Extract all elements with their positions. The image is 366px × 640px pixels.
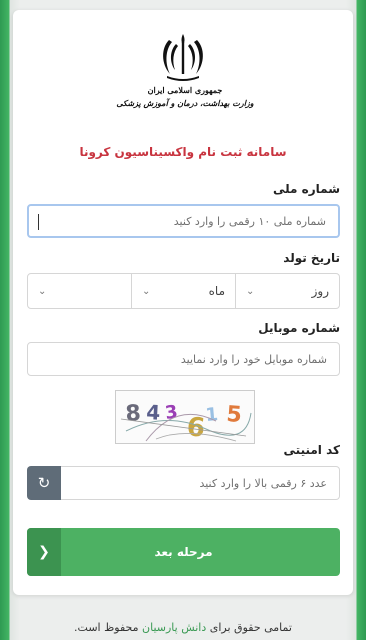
month-select[interactable]: ⌄ ماه — [132, 273, 236, 309]
footer-prefix: تمامی حقوق برای — [209, 621, 292, 634]
captcha-char: 8 — [125, 401, 142, 427]
footer-link[interactable]: دانش پارسیان — [142, 621, 206, 634]
birth-date-label: تاریخ تولد — [283, 251, 340, 265]
refresh-captcha-button[interactable]: ↻ — [27, 466, 61, 500]
next-step-button[interactable]: ❯ مرحله بعد — [27, 528, 340, 576]
refresh-icon: ↻ — [37, 474, 51, 492]
day-select-value: روز — [311, 284, 329, 298]
security-code-group: ↻ عدد ۶ رقمی بالا را وارد کنید — [27, 466, 340, 500]
mobile-placeholder: شماره موبایل خود را وارد نمایید — [180, 352, 327, 366]
chevron-down-icon: ⌄ — [246, 285, 255, 297]
security-code-placeholder: عدد ۶ رقمی بالا را وارد کنید — [199, 476, 327, 490]
next-step-label: مرحله بعد — [154, 545, 213, 559]
security-code-label: کد امنیتی — [283, 443, 340, 457]
chevron-down-icon: ⌄ — [38, 285, 47, 297]
national-id-placeholder: شماره ملی ۱۰ رقمی را وارد کنید — [173, 214, 326, 228]
captcha-char: 1 — [205, 404, 219, 426]
captcha-char: 5 — [226, 402, 243, 428]
captcha-graphic: 8 4 3 61 5 — [120, 400, 252, 443]
ministry-caption: جمهوری اسلامی ایران وزارت بهداشت، درمان … — [110, 84, 260, 110]
footer-suffix: محفوظ است. — [74, 621, 139, 634]
month-select-value: ماه — [208, 284, 225, 298]
national-id-label: شماره ملی — [273, 182, 340, 196]
copyright-footer: تمامی حقوق برای دانش پارسیان محفوظ است. — [0, 621, 366, 634]
day-select[interactable]: ⌄ روز — [236, 273, 340, 309]
chevron-right-icon: ❯ — [27, 528, 61, 576]
text-caret — [38, 214, 39, 230]
national-id-input[interactable]: شماره ملی ۱۰ رقمی را وارد کنید — [27, 204, 340, 238]
chevron-down-icon: ⌄ — [142, 285, 151, 297]
year-select[interactable]: ⌄ — [27, 273, 132, 309]
birth-date-selects: ⌄ ⌄ ماه ⌄ روز — [27, 273, 340, 309]
security-code-input[interactable]: عدد ۶ رقمی بالا را وارد کنید — [61, 466, 340, 500]
emblem-line-2: وزارت بهداشت، درمان و آموزش پزشکی — [116, 98, 254, 108]
mobile-label: شماره موبایل — [258, 321, 340, 335]
iran-emblem-icon — [163, 34, 203, 81]
page-title: سامانه ثبت نام واکسیناسیون کرونا — [79, 145, 287, 159]
captcha-image: 843615 — [115, 390, 255, 444]
mobile-input[interactable]: شماره موبایل خود را وارد نمایید — [27, 342, 340, 376]
emblem-line-1: جمهوری اسلامی ایران — [147, 85, 223, 95]
